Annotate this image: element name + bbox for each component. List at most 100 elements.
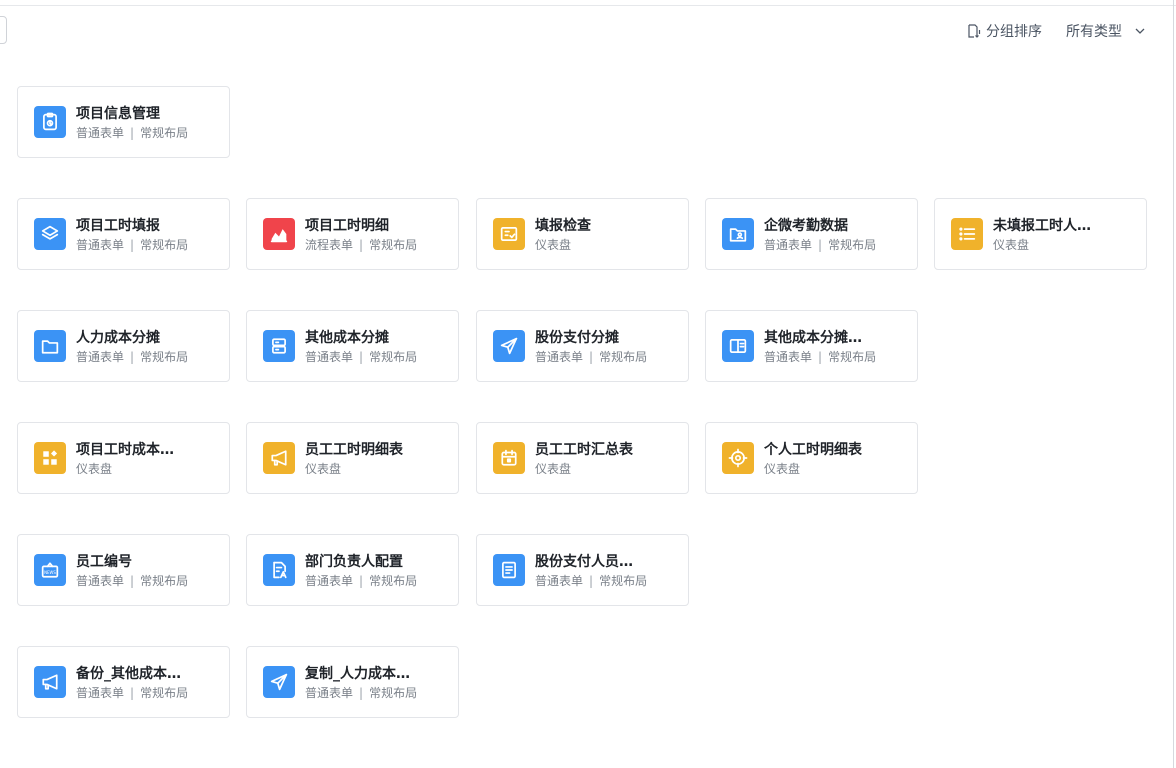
app-card-type: 普通表单 — [764, 238, 813, 252]
scrollbar-edge — [1173, 0, 1174, 768]
app-card[interactable]: 个人工时明细表 仪表盘 — [705, 422, 918, 494]
area-chart-icon — [263, 218, 295, 250]
meta-separator: | — [359, 686, 364, 700]
app-card[interactable]: 未填报工时人… 仪表盘 — [934, 198, 1147, 270]
send-icon — [263, 666, 295, 698]
app-card-meta: 普通表单 | 常规布局 — [76, 686, 188, 700]
app-card-layout: 常规布局 — [599, 574, 648, 588]
app-card-layout: 常规布局 — [140, 686, 189, 700]
group-sort-label: 分组排序 — [986, 24, 1042, 40]
app-card-meta: 仪表盘 — [305, 462, 341, 476]
document-icon — [493, 554, 525, 586]
folder-user-icon — [722, 218, 754, 250]
app-card-type: 流程表单 — [305, 238, 354, 252]
app-card-title: 股份支付人员… — [535, 554, 633, 570]
app-card-layout: 常规布局 — [140, 574, 189, 588]
app-card-meta: 仪表盘 — [535, 462, 571, 476]
app-card[interactable]: 项目工时成本… 仪表盘 — [17, 422, 230, 494]
app-card[interactable]: 部门负责人配置 普通表单 | 常规布局 — [246, 534, 459, 606]
app-card-title: 个人工时明细表 — [764, 442, 862, 458]
app-card-layout: 常规布局 — [828, 350, 877, 364]
app-card[interactable]: 员工工时明细表 仪表盘 — [246, 422, 459, 494]
app-card[interactable]: 项目信息管理 普通表单 | 常规布局 — [17, 86, 230, 158]
app-card-layout: 常规布局 — [140, 238, 189, 252]
app-card-type: 普通表单 — [76, 126, 125, 140]
app-card-type: 普通表单 — [76, 350, 125, 364]
app-card[interactable]: 项目工时明细 流程表单 | 常规布局 — [246, 198, 459, 270]
meta-separator: | — [359, 574, 364, 588]
app-card-title: 项目工时明细 — [305, 218, 389, 234]
app-card-meta: 普通表单 | 常规布局 — [764, 238, 876, 252]
app-card-type: 普通表单 — [76, 686, 125, 700]
chevron-down-icon — [1134, 25, 1146, 37]
app-card-meta: 流程表单 | 常规布局 — [305, 238, 417, 252]
app-card-title: 其他成本分摊… — [764, 330, 862, 346]
app-card[interactable]: 其他成本分摊… 普通表单 | 常规布局 — [705, 310, 918, 382]
folder-icon — [34, 330, 66, 362]
meta-separator: | — [130, 238, 135, 252]
app-card-type: 仪表盘 — [535, 462, 572, 476]
app-card-layout: 常规布局 — [599, 350, 648, 364]
app-card[interactable]: 填报检查 仪表盘 — [476, 198, 689, 270]
app-card-meta: 普通表单 | 常规布局 — [764, 350, 876, 364]
app-card[interactable]: NEWS 员工编号 普通表单 | 常规布局 — [17, 534, 230, 606]
group-sort-button[interactable]: 分组排序 — [966, 20, 1042, 42]
app-card-meta: 普通表单 | 常规布局 — [305, 574, 417, 588]
meta-separator: | — [818, 350, 823, 364]
meta-separator: | — [589, 350, 594, 364]
app-card-title: 员工工时明细表 — [305, 442, 403, 458]
app-card-title: 复制_人力成本… — [305, 666, 410, 682]
app-card-type: 仪表盘 — [76, 462, 113, 476]
app-card-type: 仪表盘 — [764, 462, 801, 476]
app-card-layout: 常规布局 — [140, 350, 189, 364]
app-card-type: 普通表单 — [76, 238, 125, 252]
app-card-type: 仪表盘 — [535, 238, 572, 252]
app-card[interactable]: 复制_人力成本… 普通表单 | 常规布局 — [246, 646, 459, 718]
app-card[interactable]: 人力成本分摊 普通表单 | 常规布局 — [17, 310, 230, 382]
layers-icon — [34, 218, 66, 250]
send-icon — [493, 330, 525, 362]
app-card-meta: 仪表盘 — [535, 238, 571, 252]
app-card-meta: 普通表单 | 常规布局 — [76, 126, 188, 140]
app-card[interactable]: 股份支付分摊 普通表单 | 常规布局 — [476, 310, 689, 382]
app-card-meta: 普通表单 | 常规布局 — [76, 574, 188, 588]
apps-icon — [34, 442, 66, 474]
svg-text:NEWS: NEWS — [44, 570, 56, 575]
panel-icon — [722, 330, 754, 362]
meta-separator: | — [130, 574, 135, 588]
app-card-layout: 常规布局 — [140, 126, 189, 140]
report-check-icon — [493, 218, 525, 250]
list-icon — [951, 218, 983, 250]
app-card[interactable]: 项目工时填报 普通表单 | 常规布局 — [17, 198, 230, 270]
app-card-title: 其他成本分摊 — [305, 330, 389, 346]
type-filter-label: 所有类型 — [1066, 24, 1122, 40]
app-card-meta: 普通表单 | 常规布局 — [535, 350, 647, 364]
app-card-meta: 普通表单 | 常规布局 — [305, 350, 417, 364]
app-card-meta: 普通表单 | 常规布局 — [76, 238, 188, 252]
app-card-title: 员工工时汇总表 — [535, 442, 633, 458]
app-card-title: 未填报工时人… — [993, 218, 1091, 234]
app-card-type: 普通表单 — [305, 574, 354, 588]
app-card-type: 普通表单 — [305, 686, 354, 700]
app-card-type: 普通表单 — [764, 350, 813, 364]
app-card-meta: 仪表盘 — [993, 238, 1029, 252]
app-card-title: 股份支付分摊 — [535, 330, 619, 346]
app-card[interactable]: 股份支付人员… 普通表单 | 常规布局 — [476, 534, 689, 606]
app-card-title: 项目工时填报 — [76, 218, 160, 234]
app-card[interactable]: 员工工时汇总表 仪表盘 — [476, 422, 689, 494]
app-card-meta: 普通表单 | 常规布局 — [76, 350, 188, 364]
search-input-edge[interactable] — [0, 16, 7, 44]
type-filter-dropdown[interactable]: 所有类型 — [1066, 20, 1146, 42]
app-card-title: 备份_其他成本… — [76, 666, 181, 682]
app-card-type: 普通表单 — [535, 574, 584, 588]
app-card-layout: 常规布局 — [369, 350, 418, 364]
app-card-type: 仪表盘 — [993, 238, 1030, 252]
megaphone-icon — [263, 442, 295, 474]
sort-icon — [966, 23, 982, 39]
meta-separator: | — [359, 238, 364, 252]
app-card-layout: 常规布局 — [369, 238, 418, 252]
meta-separator: | — [818, 238, 823, 252]
app-card[interactable]: 企微考勤数据 普通表单 | 常规布局 — [705, 198, 918, 270]
app-card[interactable]: 备份_其他成本… 普通表单 | 常规布局 — [17, 646, 230, 718]
app-card[interactable]: 其他成本分摊普通表单 | 常规布局 — [246, 310, 459, 382]
